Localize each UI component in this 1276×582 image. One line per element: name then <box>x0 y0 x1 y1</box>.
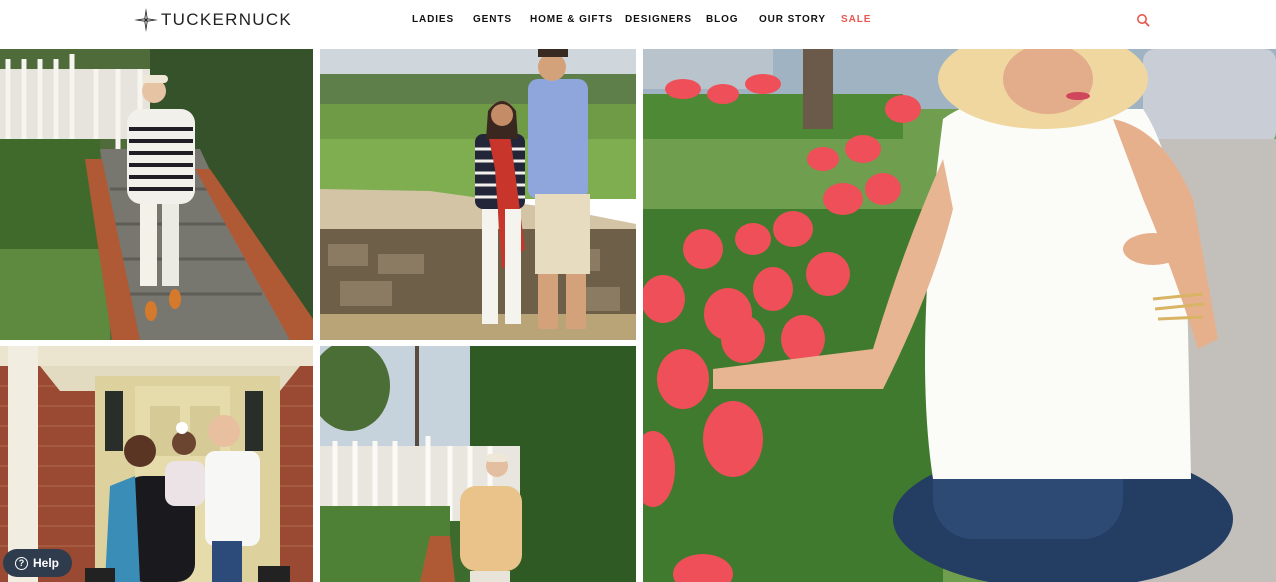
brand-name: TUCKERNUCK <box>161 10 293 29</box>
search-icon <box>1137 14 1150 27</box>
nav-item-gents[interactable]: GENTS <box>473 14 512 25</box>
nav-item-designers[interactable]: DESIGNERS <box>625 14 692 25</box>
nav-item-ladies[interactable]: LADIES <box>412 14 454 25</box>
gallery-photo-2[interactable] <box>320 49 636 340</box>
nav-item-blog[interactable]: BLOG <box>706 14 739 25</box>
nav-item-sale[interactable]: SALE <box>841 14 871 25</box>
couple-valley-photo <box>320 49 636 340</box>
gallery-photo-5[interactable] <box>320 346 636 582</box>
gallery-photo-3[interactable] <box>643 49 1276 582</box>
nav-item-our-story[interactable]: OUR STORY <box>759 14 826 25</box>
search-button[interactable] <box>1136 13 1150 27</box>
site-header: TUCKERNUCK LADIES GENTS HOME & GIFTS DES… <box>0 0 1276 49</box>
garden-steps-photo <box>0 49 313 340</box>
tulips-photo <box>643 49 1276 582</box>
brand-logo[interactable]: TUCKERNUCK <box>134 8 292 32</box>
compass-star-icon <box>134 8 158 32</box>
gallery-photo-1[interactable] <box>0 49 313 340</box>
nav-item-home-gifts[interactable]: HOME & GIFTS <box>530 14 613 25</box>
help-label: Help <box>33 556 60 570</box>
family-door-photo <box>0 346 313 582</box>
garden-gate-photo <box>320 346 636 582</box>
question-circle-icon: ? <box>15 556 28 570</box>
gallery-photo-4[interactable] <box>0 346 313 582</box>
help-button[interactable]: ? Help <box>3 549 72 577</box>
